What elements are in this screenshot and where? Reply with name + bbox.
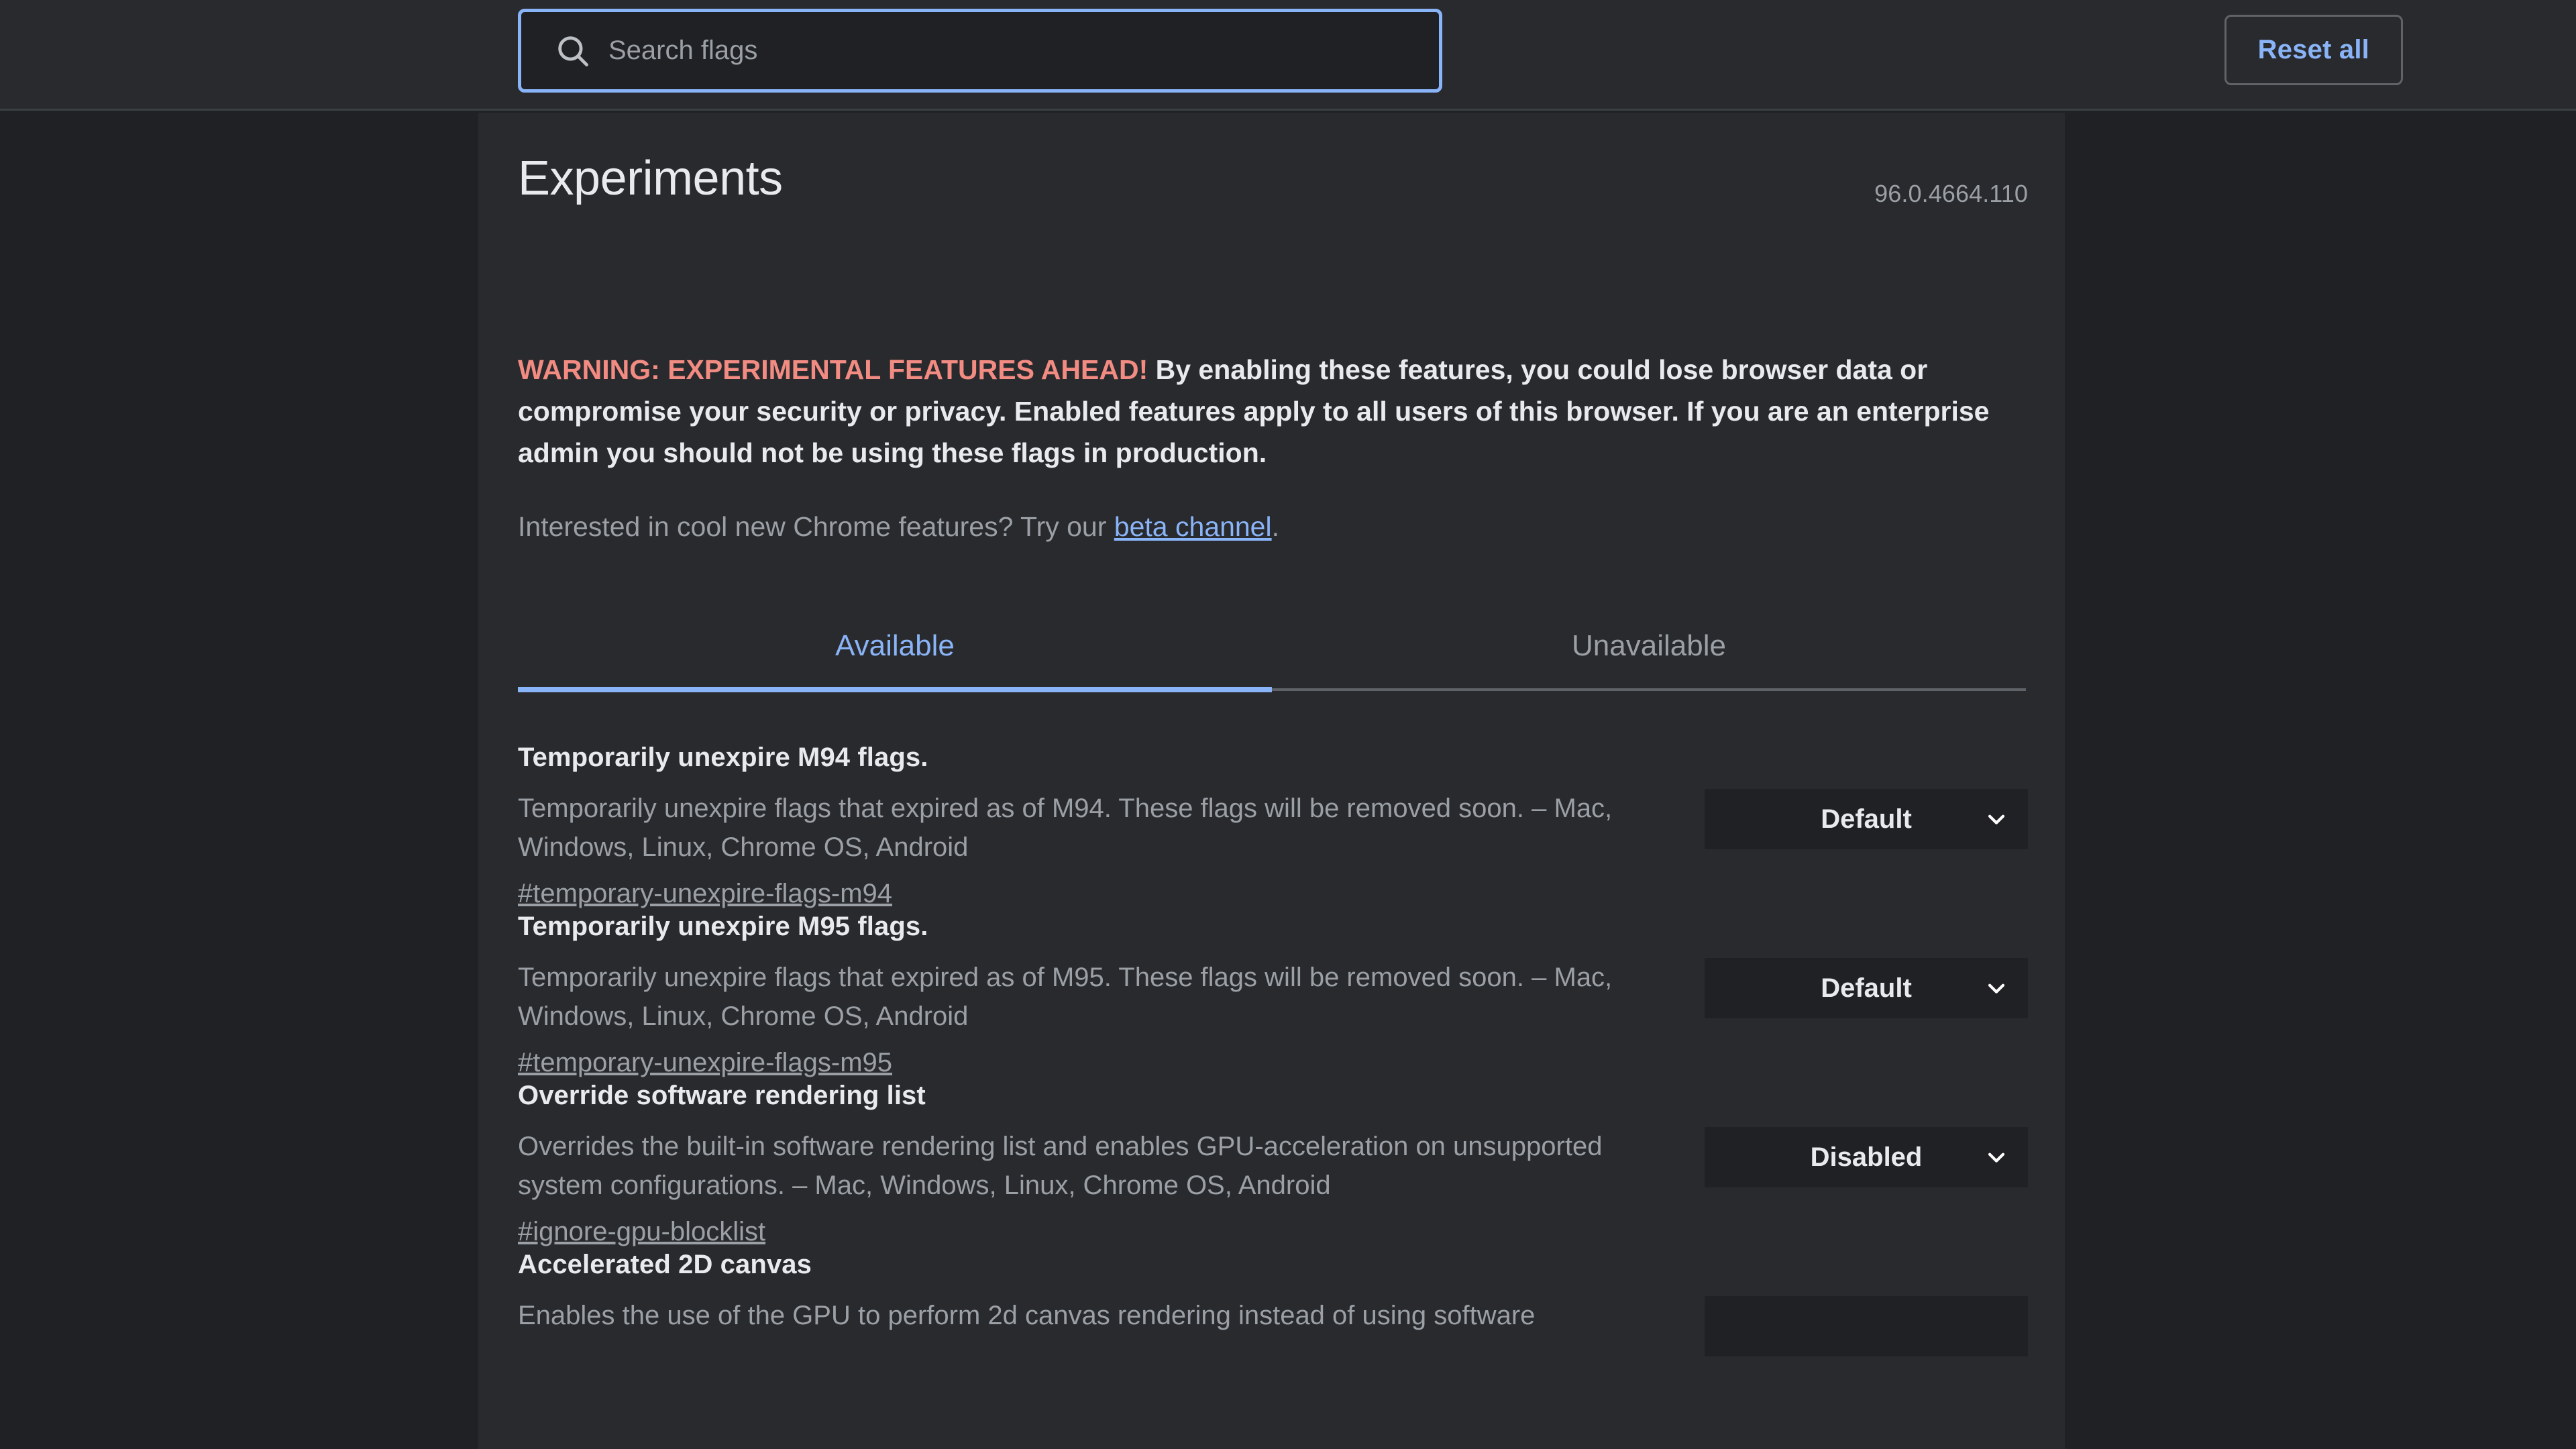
search-input[interactable] — [592, 12, 1439, 89]
chrome-version: 96.0.4664.110 — [1874, 182, 2028, 206]
table-row: Temporarily unexpire M95 flags. Temporar… — [478, 912, 2065, 1081]
flag-text-block: Accelerated 2D canvas Enables the use of… — [518, 1250, 1658, 1343]
flag-description: Temporarily unexpire flags that expired … — [518, 958, 1658, 1036]
beta-suffix-text: . — [1272, 511, 1279, 542]
flag-state-value: Default — [1821, 975, 1912, 1002]
flags-tabs: Available Unavailable — [518, 602, 2026, 690]
flag-description: Overrides the built-in software renderin… — [518, 1127, 1658, 1205]
flag-state-select[interactable]: Disabled — [1705, 1127, 2028, 1187]
flags-list: Temporarily unexpire M94 flags. Temporar… — [478, 743, 2065, 1356]
flag-control-cell: Default — [1658, 743, 2028, 849]
flag-state-select[interactable] — [1705, 1296, 2028, 1356]
beta-channel-link[interactable]: beta channel — [1114, 511, 1272, 542]
beta-prefix-text: Interested in cool new Chrome features? … — [518, 511, 1114, 542]
flag-control-cell: Disabled — [1658, 1081, 2028, 1187]
flag-description: Enables the use of the GPU to perform 2d… — [518, 1296, 1658, 1335]
flag-state-value: Disabled — [1811, 1144, 1923, 1171]
tab-unavailable[interactable]: Unavailable — [1272, 602, 2026, 690]
flag-permalink[interactable]: #ignore-gpu-blocklist — [518, 1213, 765, 1250]
flag-state-select[interactable]: Default — [1705, 789, 2028, 849]
flag-text-block: Temporarily unexpire M94 flags. Temporar… — [518, 743, 1658, 912]
warning-headline: WARNING: EXPERIMENTAL FEATURES AHEAD! — [518, 354, 1148, 385]
flag-state-select[interactable]: Default — [1705, 958, 2028, 1018]
flag-control-cell — [1658, 1250, 2028, 1356]
flag-permalink[interactable]: #temporary-unexpire-flags-m95 — [518, 1044, 892, 1081]
flag-title: Override software rendering list — [518, 1081, 1658, 1110]
flag-text-block: Override software rendering list Overrid… — [518, 1081, 1658, 1250]
experiments-panel: Experiments 96.0.4664.110 WARNING: EXPER… — [478, 113, 2065, 1449]
chevron-down-icon — [1985, 1146, 2008, 1169]
flag-title: Temporarily unexpire M94 flags. — [518, 743, 1658, 771]
flag-control-cell: Default — [1658, 912, 2028, 1018]
search-box[interactable] — [518, 9, 1442, 93]
table-row: Override software rendering list Overrid… — [478, 1081, 2065, 1250]
flags-topbar: Reset all — [0, 0, 2576, 111]
search-icon — [553, 32, 592, 70]
flag-text-block: Temporarily unexpire M95 flags. Temporar… — [518, 912, 1658, 1081]
chevron-down-icon — [1985, 808, 2008, 830]
page-title: Experiments — [518, 154, 783, 203]
flag-state-value: Default — [1821, 806, 1912, 833]
tab-active-indicator — [518, 687, 1272, 692]
flag-title: Temporarily unexpire M95 flags. — [518, 912, 1658, 941]
beta-channel-line: Interested in cool new Chrome features? … — [518, 506, 1279, 547]
chevron-down-icon — [1985, 977, 2008, 1000]
reset-all-button[interactable]: Reset all — [2224, 15, 2403, 85]
flag-permalink[interactable]: #temporary-unexpire-flags-m94 — [518, 875, 892, 912]
flag-description: Temporarily unexpire flags that expired … — [518, 789, 1658, 867]
table-row: Accelerated 2D canvas Enables the use of… — [478, 1250, 2065, 1356]
experimental-warning: WARNING: EXPERIMENTAL FEATURES AHEAD! By… — [518, 349, 2015, 474]
table-row: Temporarily unexpire M94 flags. Temporar… — [478, 743, 2065, 912]
tab-available[interactable]: Available — [518, 602, 1272, 690]
flag-title: Accelerated 2D canvas — [518, 1250, 1658, 1279]
